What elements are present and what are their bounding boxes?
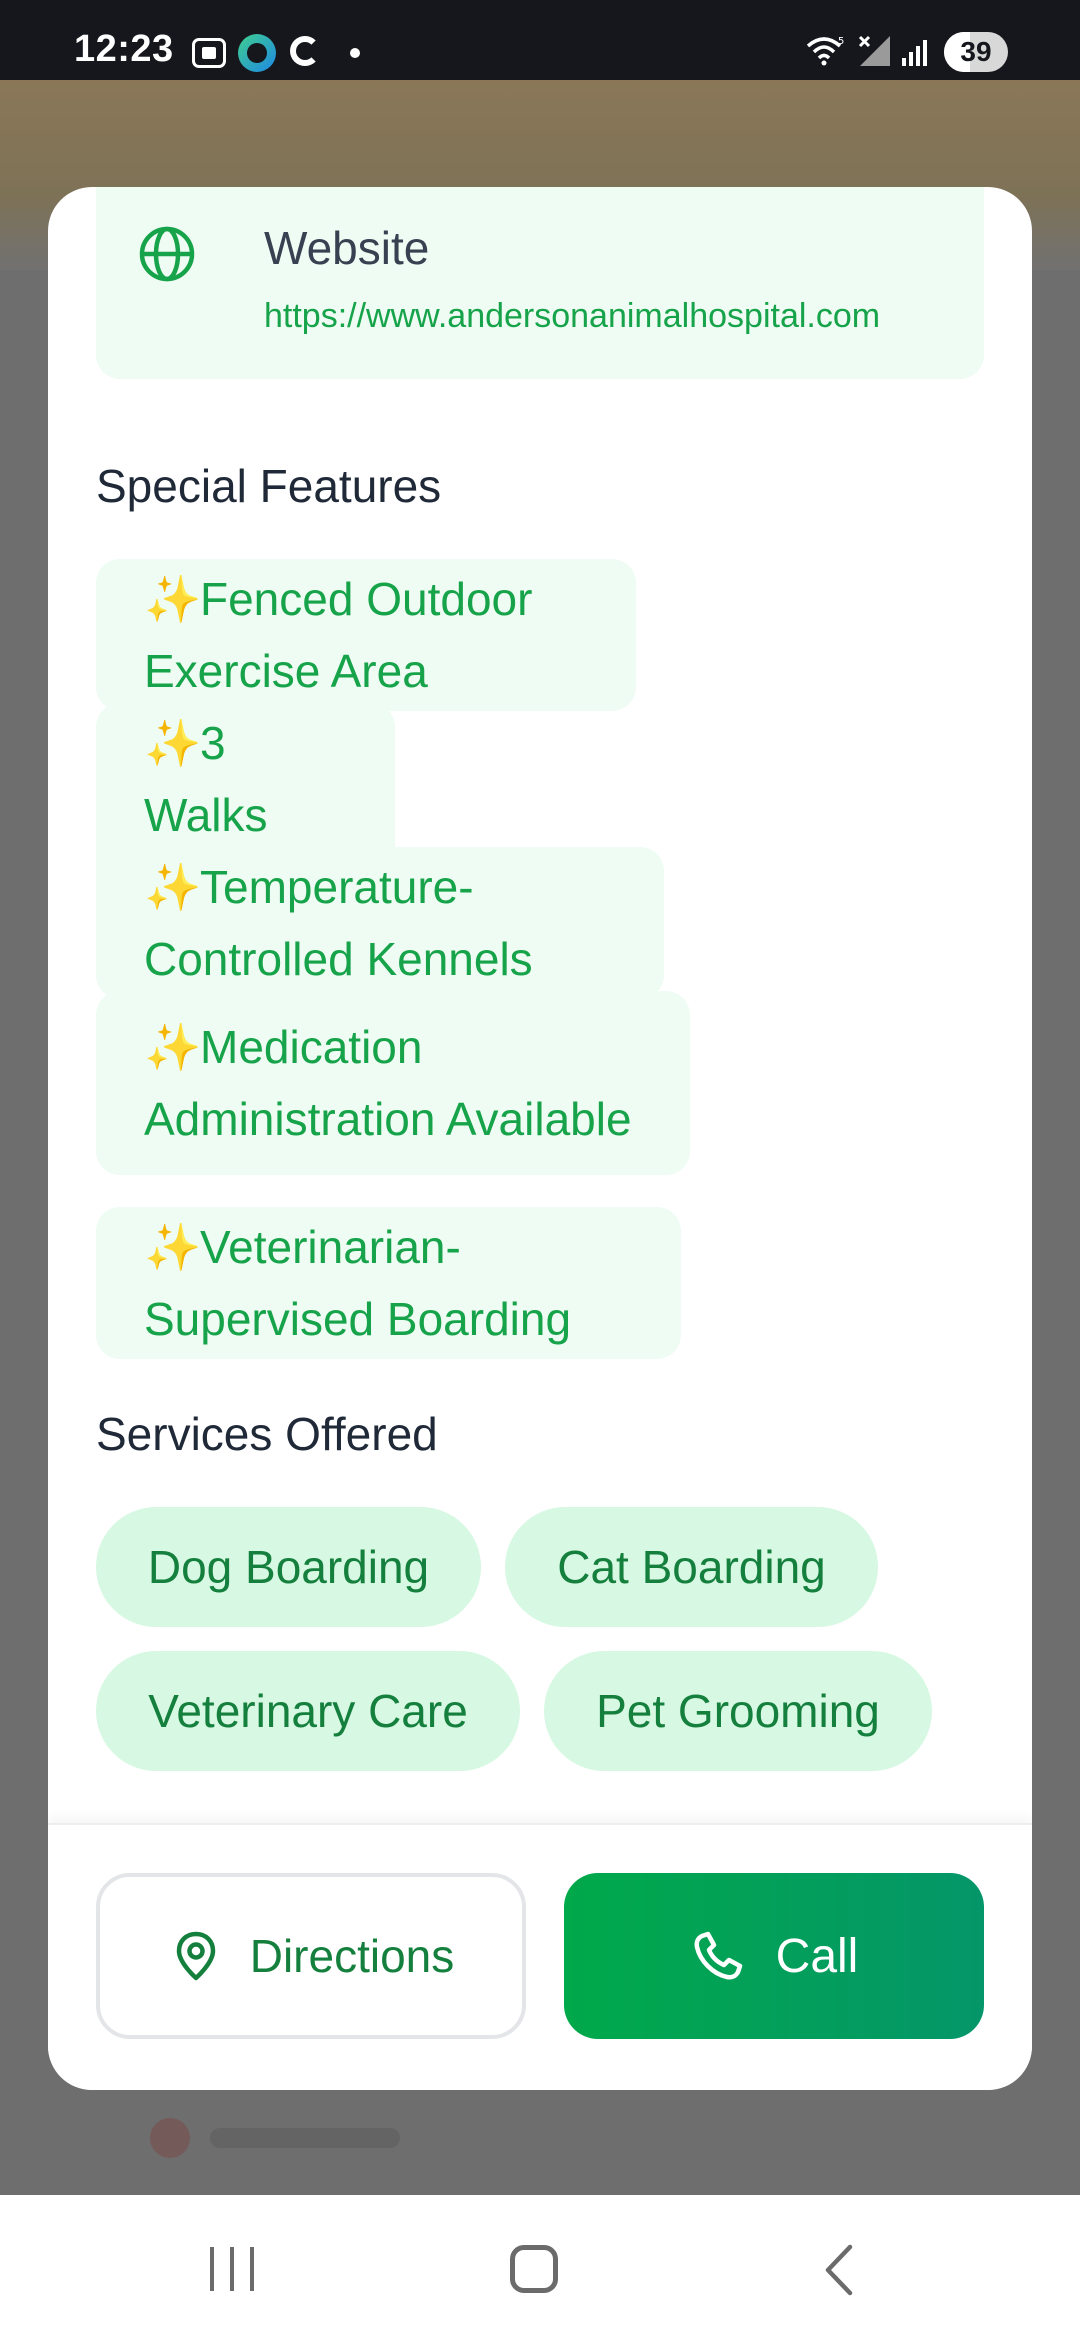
sparkles-icon: ✨ bbox=[144, 573, 202, 625]
phone-icon bbox=[694, 1931, 742, 1980]
call-button[interactable]: Call bbox=[564, 1873, 984, 2039]
feature-item: ✨Medication Administration Available bbox=[96, 991, 690, 1175]
notification-dot-icon bbox=[350, 48, 360, 58]
map-pin-icon bbox=[176, 1931, 215, 1981]
screenshot-icon bbox=[192, 38, 226, 68]
sparkles-icon: ✨ bbox=[144, 717, 202, 769]
home-icon[interactable] bbox=[510, 2245, 558, 2293]
directions-button[interactable]: Directions bbox=[96, 1873, 526, 2039]
services-offered-title: Services Offered bbox=[96, 1408, 438, 1460]
no-signal-icon bbox=[858, 35, 890, 66]
signal-icon bbox=[902, 40, 927, 66]
service-chip: Cat Boarding bbox=[505, 1507, 878, 1627]
wifi-icon: 5 bbox=[806, 36, 844, 66]
call-label: Call bbox=[775, 1929, 859, 1983]
globe-icon bbox=[139, 226, 195, 282]
service-chip: Dog Boarding bbox=[96, 1507, 481, 1627]
modal-footer: Directions Call bbox=[48, 1823, 1032, 2090]
sparkles-icon: ✨ bbox=[144, 1021, 202, 1073]
recents-icon[interactable] bbox=[210, 2247, 256, 2291]
svg-text:5: 5 bbox=[838, 36, 844, 47]
sparkles-icon: ✨ bbox=[144, 861, 202, 913]
feature-item: ✨Temperature-Controlled Kennels bbox=[96, 847, 664, 999]
battery-indicator: 39 bbox=[944, 32, 1008, 72]
website-card: Website https://www.andersonanimalhospit… bbox=[96, 187, 984, 379]
status-bar: 12:23 5 39 bbox=[0, 0, 1080, 80]
service-chip: Pet Grooming bbox=[544, 1651, 932, 1771]
sparkles-icon: ✨ bbox=[144, 1221, 202, 1273]
navigation-bar bbox=[0, 2195, 1080, 2340]
website-link[interactable]: https://www.andersonanimalhospital.com bbox=[264, 297, 880, 336]
directions-label: Directions bbox=[249, 1930, 455, 1982]
detail-modal: Website https://www.andersonanimalhospit… bbox=[48, 187, 1032, 2090]
status-time: 12:23 bbox=[74, 28, 174, 70]
website-label: Website bbox=[264, 222, 430, 274]
modal-scroll-area[interactable]: Website https://www.andersonanimalhospit… bbox=[48, 187, 1032, 1823]
service-chip: Veterinary Care bbox=[96, 1651, 520, 1771]
feature-item: ✨Fenced Outdoor Exercise Area bbox=[96, 559, 636, 711]
background-list-item bbox=[150, 2110, 410, 2160]
feature-item: ✨Veterinarian-Supervised Boarding bbox=[96, 1207, 681, 1359]
special-features-title: Special Features bbox=[96, 460, 442, 512]
c-app-icon bbox=[290, 36, 320, 66]
back-icon[interactable] bbox=[818, 2243, 858, 2297]
edge-browser-icon bbox=[238, 34, 276, 72]
